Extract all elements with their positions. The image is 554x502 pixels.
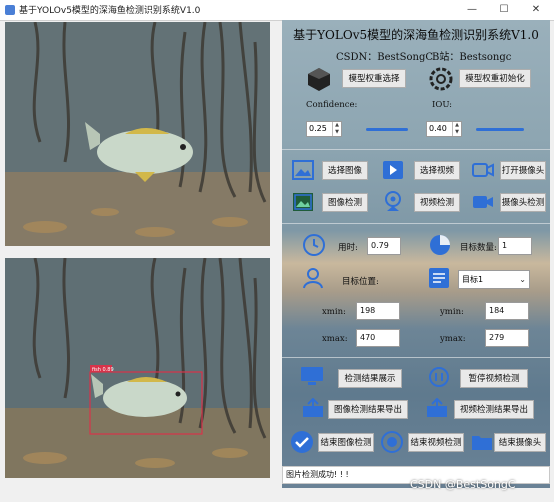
iou-slider[interactable] (476, 128, 524, 131)
camcorder-icon (473, 196, 493, 208)
control-panel: 基于YOLOv5模型的深海鱼检测识别系统V1.0 CSDN：BestSongC … (282, 20, 550, 488)
end-video-button[interactable]: 结束视频检测 (408, 433, 464, 452)
underwater-scene-image (5, 22, 270, 246)
check-circle-icon (291, 431, 313, 453)
confidence-label: Confidence: (306, 100, 358, 110)
pause-video-button[interactable]: 暂停视频检测 (460, 369, 528, 388)
camera-detect-button[interactable]: 摄像头检测 (500, 193, 546, 212)
select-video-button[interactable]: 选择视频 (414, 161, 460, 180)
ymax-label: ymax: (440, 334, 466, 344)
original-image-view (5, 22, 270, 246)
model-select-button[interactable]: 模型权重选择 (342, 69, 406, 88)
model-init-button[interactable]: 模型权重初始化 (459, 69, 531, 88)
chevron-down-icon: ⌄ (519, 275, 526, 284)
target-list-icon (429, 268, 449, 288)
target-select-dropdown[interactable]: 目标1 ⌄ (458, 270, 530, 289)
divider (282, 357, 550, 358)
gear-icon (429, 67, 453, 91)
ymax-value: 279 (485, 329, 529, 347)
user-icon (303, 268, 323, 289)
xmax-label: xmax: (322, 334, 348, 344)
video-detect-button[interactable]: 视频检测 (414, 193, 460, 212)
time-label: 用时: (338, 243, 358, 253)
iou-spinbox[interactable]: 0.40 ▲ ▼ (426, 121, 462, 137)
image-detect-button[interactable]: 图像检测 (322, 193, 368, 212)
maximize-button[interactable]: ☐ (488, 0, 520, 20)
ymin-value: 184 (485, 302, 529, 320)
clock-icon (303, 234, 325, 256)
window-title: 基于YOLOv5模型的深海鱼检测识别系统V1.0 (19, 6, 201, 16)
end-camera-button[interactable]: 结束摄像头 (494, 433, 546, 452)
count-label: 目标数量: (460, 243, 497, 253)
export-video-icon (427, 398, 447, 417)
xmin-label: xmin: (322, 307, 346, 317)
camera-icon (472, 163, 494, 177)
end-image-button[interactable]: 结束图像检测 (318, 433, 374, 452)
close-button[interactable]: ✕ (520, 0, 552, 20)
title-bar: 基于YOLOv5模型的深海鱼检测识别系统V1.0 — ☐ ✕ (0, 0, 554, 21)
csdn-watermark: CSDN @BestSongC (410, 478, 516, 491)
export-image-icon (303, 398, 323, 417)
monitor-icon (301, 367, 323, 385)
app-icon (5, 5, 15, 15)
show-result-button[interactable]: 检测结果展示 (338, 369, 402, 388)
confidence-slider[interactable] (366, 128, 408, 131)
cube-icon (308, 68, 330, 91)
underwater-scene-detected-image: fish 0.89 (5, 258, 270, 478)
csdn-label: CSDN：BestSongC (336, 52, 434, 63)
iou-label: IOU: (432, 100, 453, 110)
app-window: 基于YOLOv5模型的深海鱼检测识别系统V1.0 — ☐ ✕ fish 0.89… (0, 0, 554, 502)
pause-icon (429, 367, 449, 387)
minimize-button[interactable]: — (456, 0, 488, 20)
image-icon (292, 160, 314, 180)
select-image-button[interactable]: 选择图像 (322, 161, 368, 180)
export-video-button[interactable]: 视频检测结果导出 (454, 400, 534, 419)
pie-chart-icon (430, 235, 450, 255)
result-image-view: fish 0.89 (5, 258, 270, 478)
bilibili-label: B站：Bestsongc (432, 52, 512, 63)
ymin-label: ymin: (440, 307, 464, 317)
stop-circle-icon (381, 431, 403, 453)
open-camera-button[interactable]: 打开摄像头 (500, 161, 546, 180)
divider (282, 149, 550, 150)
webcam-icon (385, 191, 401, 211)
divider (282, 223, 550, 224)
detection-label: fish 0.89 (92, 367, 114, 373)
export-image-button[interactable]: 图像检测结果导出 (328, 400, 408, 419)
count-value: 1 (498, 237, 532, 255)
time-value: 0.79 (367, 237, 401, 255)
image-detect-icon (293, 193, 313, 211)
xmin-value: 198 (356, 302, 400, 320)
folder-camera-icon (472, 436, 492, 450)
confidence-spinbox[interactable]: 0.25 ▲ ▼ (306, 121, 342, 137)
panel-title: 基于YOLOv5模型的深海鱼检测识别系统V1.0 (293, 28, 539, 42)
target-position-label: 目标位置: (342, 277, 379, 287)
video-file-icon (383, 161, 403, 179)
xmax-value: 470 (356, 329, 400, 347)
